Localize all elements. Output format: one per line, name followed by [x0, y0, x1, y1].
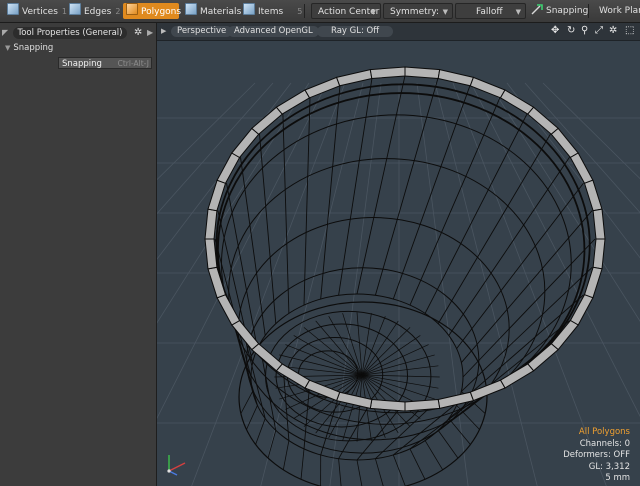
vertices-icon [7, 3, 19, 15]
chevron-down-icon: ▼ [442, 8, 448, 16]
tool-properties-panel: ◤ Tool Properties (General) ✲ ▶ ▼ Snappin… [0, 23, 157, 486]
panel-title[interactable]: Tool Properties (General) [13, 27, 127, 39]
collapse-triangle-icon: ▼ [5, 44, 11, 52]
cup-wireframe-model[interactable] [157, 23, 640, 486]
materials-mode-button[interactable]: Materials [182, 3, 241, 19]
settings-icon[interactable]: ✲ [609, 25, 617, 36]
3d-viewport[interactable]: ▶ Perspective Advanced OpenGL Ray GL: Of… [157, 23, 640, 486]
polygons-mode-button[interactable]: Polygons [123, 3, 181, 19]
chevron-down-icon: ▼ [515, 8, 521, 16]
deformers-label: Deformers: OFF [563, 450, 630, 460]
gear-icon[interactable]: ✲ [134, 27, 142, 38]
selection-label: All Polygons [578, 427, 630, 437]
action-center-dropdown[interactable]: Action Center ▼ [311, 3, 381, 19]
panel-header: ◤ Tool Properties (General) ✲ ▶ [0, 25, 156, 41]
zoom-icon[interactable]: ⚲ [581, 25, 588, 36]
scene-stats: All Polygons Channels: 0 Deformers: OFF … [563, 427, 630, 485]
work-plane-button[interactable]: Work Plane [596, 3, 640, 19]
falloff-dropdown[interactable]: Falloff ▼ [455, 3, 526, 19]
renderer-dropdown[interactable]: Advanced OpenGL [228, 26, 319, 37]
materials-icon [185, 3, 197, 15]
cup-rim [204, 66, 606, 412]
gl-count-label: GL: 3,312 [588, 461, 630, 472]
polygons-icon [126, 3, 138, 15]
toolbar-divider [304, 4, 305, 18]
viewport-menu-icon[interactable]: ▶ [161, 27, 166, 35]
toolbar-divider [588, 4, 589, 18]
axis-icon [167, 455, 186, 476]
vertices-mode-button[interactable]: Vertices 1 [4, 3, 67, 19]
snapping-icon [531, 4, 543, 15]
snapping-toggle[interactable]: Snapping [528, 3, 588, 19]
rotate-icon[interactable]: ↻ [567, 25, 575, 36]
items-icon [243, 3, 255, 15]
items-mode-button[interactable]: Items 5 [240, 3, 302, 19]
edges-mode-button[interactable]: Edges 2 [66, 3, 122, 19]
mode-toolbar: Vertices 1 Edges 2 Polygons Materials Item… [0, 0, 640, 33]
chevron-down-icon: ▼ [370, 8, 376, 16]
menu-icon[interactable]: ◤ [2, 28, 8, 37]
symmetry-dropdown[interactable]: Symmetry: Off▼ [383, 3, 453, 33]
viewport-header: ▶ Perspective Advanced OpenGL Ray GL: Of… [157, 23, 640, 41]
viewport-options-icon[interactable]: ⬚ [625, 25, 634, 36]
view-type-dropdown[interactable]: Perspective [171, 26, 233, 37]
snapping-field[interactable]: Snapping Ctrl-Alt-J [58, 57, 152, 69]
maximize-icon[interactable]: ⤢ [595, 25, 603, 36]
grid-unit-label: 5 mm [605, 473, 630, 483]
edges-icon [69, 3, 81, 15]
chevron-right-icon[interactable]: ▶ [147, 28, 153, 37]
move-icon[interactable]: ✥ [551, 25, 559, 36]
cup-wire-edges [214, 75, 596, 486]
raygl-dropdown[interactable]: Ray GL: Off [317, 26, 394, 37]
channels-label: Channels: 0 [579, 438, 630, 449]
snapping-section-header[interactable]: ▼ Snapping [5, 43, 53, 53]
